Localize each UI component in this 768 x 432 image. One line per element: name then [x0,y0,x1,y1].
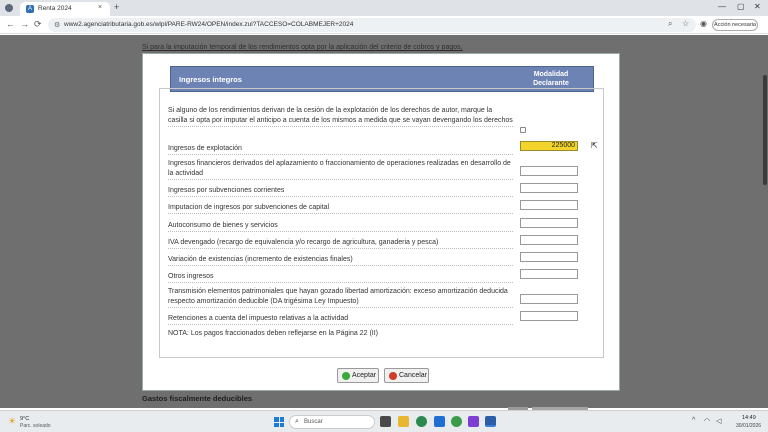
row-label-subvenciones-capital: Imputacion de ingresos por subvenciones … [168,203,513,214]
chrome-icon[interactable] [451,416,462,427]
derechos-autor-checkbox[interactable] [520,127,526,133]
weather-temp: 9°C [20,416,30,422]
tab-favicon-icon: A [26,5,34,13]
row-label-iva-devengado: IVA devengado (recargo de equivalencia y… [168,238,513,249]
row-label-ingresos-explotacion: Ingresos de explotación [168,144,513,155]
row-label-derechos-autor: Si alguno de los rendimientos derivan de… [168,106,513,127]
subvenciones-corrientes-input[interactable] [520,183,578,193]
account-action-button[interactable]: Acción necesaria [712,19,758,31]
dialog-note: NOTA: Los pagos fraccionados deben refle… [168,330,378,337]
browser-tab-bar: A Renta 2024 × + — ▢ ✕ [0,0,768,16]
site-info-icon[interactable]: ⚙ [54,21,60,29]
cancel-label: Cancelar [399,372,428,379]
row-label-otros-ingresos: Otros ingresos [168,272,513,283]
row-label-transmision-elementos: Transmisión elementos patrimoniales que … [168,287,513,308]
close-window-icon[interactable]: ✕ [754,2,761,11]
row-label-ingresos-financieros: Ingresos financieros derivados del aplaz… [168,159,513,180]
weather-desc: Parc. soleado [20,423,51,429]
autoconsumo-input[interactable] [520,218,578,228]
active-app-icon[interactable] [485,416,496,427]
cancel-icon [389,372,397,380]
background-text: Si para la imputación temporal de los re… [142,44,463,51]
browser-tab[interactable]: A Renta 2024 × [20,2,110,16]
taskbar: ☀ 9°C Parc. soleado ⌕ Buscar ^ ◠ ◁ 14:49… [0,410,768,432]
maximize-icon[interactable]: ▢ [737,2,745,11]
dialog-title: Ingresos íntegros [179,75,242,84]
tray-chevron-icon[interactable]: ^ [692,417,695,424]
variacion-existencias-input[interactable] [520,252,578,262]
taskbar-search[interactable]: ⌕ Buscar [289,415,375,429]
task-view-icon[interactable] [380,416,391,427]
row-label-autoconsumo: Autoconsumo de bienes y servicios [168,221,513,232]
otros-ingresos-input[interactable] [520,269,578,279]
browser-toolbar: ← → ⟳ ⚙ www2.agenciatributaria.gob.es/wl… [0,16,768,34]
search-icon: ⌕ [295,418,299,425]
retenciones-input[interactable] [520,311,578,321]
app-purple-icon[interactable] [468,416,479,427]
clock-time[interactable]: 14:49 [742,415,756,421]
start-icon[interactable] [274,417,284,427]
tab-title: Renta 2024 [38,5,72,12]
volume-icon[interactable]: ◁ [716,417,721,425]
clock-date[interactable]: 30/01/2026 [736,423,761,429]
forward-icon[interactable]: → [20,19,29,29]
dialog-content: Si alguno de los rendimientos derivan de… [159,88,604,358]
iva-devengado-input[interactable] [520,235,578,245]
tab-close-icon[interactable]: × [98,4,102,11]
address-bar[interactable]: ⚙ www2.agenciatributaria.gob.es/wlpl/PAR… [48,18,696,32]
zoom-icon[interactable]: ⌕ [668,19,672,29]
edge-icon[interactable] [416,416,427,427]
app-icon[interactable] [434,416,445,427]
column-header-declarante: Modalidad Declarante [533,71,569,87]
network-icon[interactable]: ◠ [704,417,710,425]
ingresos-explotacion-input[interactable]: 225000 [520,141,578,151]
accept-button[interactable]: Aceptar [337,368,379,383]
transmision-elementos-input[interactable] [520,294,578,304]
accept-label: Aceptar [352,372,377,379]
row-label-variacion-existencias: Variación de existencias (incremento de … [168,255,513,266]
row-label-retenciones: Retenciones a cuenta del impuesto relati… [168,314,513,325]
url-text: www2.agenciatributaria.gob.es/wlpl/PARE-… [64,21,354,28]
cancel-button[interactable]: Cancelar [384,368,429,383]
minimize-icon[interactable]: — [718,2,726,11]
mouse-cursor-icon: ⇱ [591,141,598,150]
browser-menu-icon[interactable] [5,4,13,12]
back-icon[interactable]: ← [6,19,15,29]
profile-icon[interactable]: ◉ [700,19,707,28]
ingresos-financieros-input[interactable] [520,166,578,176]
income-dialog: Ingresos íntegros Modalidad Declarante S… [142,53,620,391]
background-section-title: Gastos fiscalmente deducibles [142,394,253,403]
new-tab-button[interactable]: + [114,2,119,12]
star-icon[interactable]: ☆ [682,19,689,28]
file-explorer-icon[interactable] [398,416,409,427]
reload-icon[interactable]: ⟳ [34,19,42,30]
subvenciones-capital-input[interactable] [520,200,578,210]
search-placeholder: Buscar [304,419,323,425]
check-icon [342,372,350,380]
page-scrollbar[interactable] [763,75,767,185]
row-label-subvenciones-corrientes: Ingresos por subvenciones corrientes [168,186,513,197]
weather-icon[interactable]: ☀ [8,416,16,427]
